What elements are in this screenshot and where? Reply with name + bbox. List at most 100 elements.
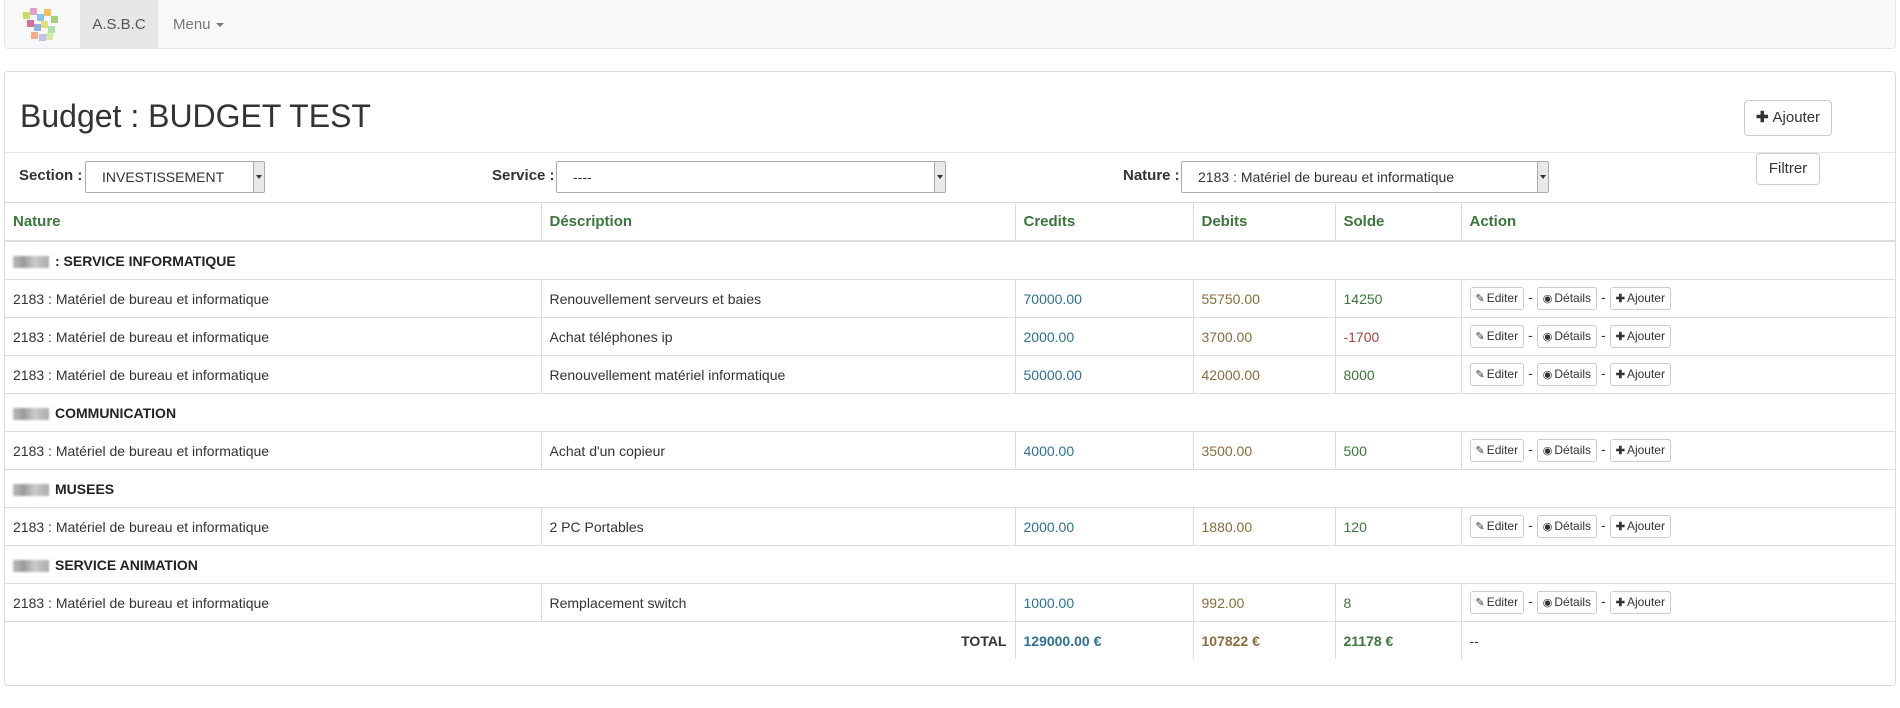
nav-brand-link[interactable]: A.S.B.C bbox=[80, 0, 158, 49]
cell-actions: ✎ Editer - ◉ Détails - ✚ Ajouter bbox=[1460, 355, 1895, 394]
total-action: -- bbox=[1460, 621, 1895, 659]
edit-button[interactable]: ✎ Editer bbox=[1469, 591, 1525, 614]
details-button[interactable]: ◉ Détails bbox=[1536, 439, 1598, 462]
details-label: Détails bbox=[1554, 595, 1592, 609]
cell-nature: 2183 : Matériel de bureau et informatiqu… bbox=[5, 431, 541, 470]
add-label: Ajouter bbox=[1626, 367, 1665, 381]
col-header-description[interactable]: Déscription bbox=[540, 203, 1015, 242]
cell-description: 2 PC Portables bbox=[540, 507, 1015, 546]
action-separator: - bbox=[1528, 289, 1533, 305]
cell-description: Renouvellement serveurs et baies bbox=[540, 279, 1015, 318]
group-name: SERVICE ANIMATION bbox=[55, 556, 198, 573]
filter-button[interactable]: Filtrer bbox=[1756, 153, 1820, 185]
col-header-debits[interactable]: Debits bbox=[1192, 203, 1335, 242]
add-label: Ajouter bbox=[1626, 595, 1665, 609]
pencil-icon: ✎ bbox=[1475, 369, 1485, 381]
section-select[interactable]: INVESTISSEMENT bbox=[85, 161, 265, 193]
group-cell: : SERVICE INFORMATIQUE bbox=[5, 240, 1895, 280]
budget-table: Nature Déscription Credits Debits Solde … bbox=[5, 203, 1895, 659]
service-select[interactable]: ---- bbox=[556, 161, 946, 193]
details-label: Détails bbox=[1554, 443, 1592, 457]
plus-icon: ✚ bbox=[1615, 521, 1625, 533]
eye-icon: ◉ bbox=[1542, 331, 1553, 343]
table-body: : SERVICE INFORMATIQUE 2183 : Matériel de… bbox=[5, 240, 1895, 659]
select-arrow-icon bbox=[1537, 162, 1548, 192]
details-button[interactable]: ◉ Détails bbox=[1536, 591, 1598, 614]
nav-menu-dropdown[interactable]: Menu bbox=[173, 0, 224, 49]
edit-label: Editer bbox=[1486, 519, 1519, 533]
edit-button[interactable]: ✎ Editer bbox=[1469, 515, 1525, 538]
plus-icon: ✚ bbox=[1615, 293, 1625, 305]
plus-icon: ✚ bbox=[1615, 597, 1625, 609]
cell-credits: 4000.00 bbox=[1014, 431, 1193, 470]
brand-logo[interactable] bbox=[19, 4, 63, 46]
action-separator: - bbox=[1528, 517, 1533, 533]
add-button[interactable]: ✚ Ajouter bbox=[1609, 325, 1671, 348]
eye-icon: ◉ bbox=[1542, 521, 1553, 533]
edit-button[interactable]: ✎ Editer bbox=[1469, 325, 1525, 348]
section-select-value: INVESTISSEMENT bbox=[102, 169, 225, 185]
table-row: 2183 : Matériel de bureau et informatiqu… bbox=[5, 279, 1895, 318]
select-arrow-icon bbox=[253, 162, 264, 192]
edit-button[interactable]: ✎ Editer bbox=[1469, 439, 1525, 462]
edit-button[interactable]: ✎ Editer bbox=[1469, 287, 1525, 310]
table-row: 2183 : Matériel de bureau et informatiqu… bbox=[5, 317, 1895, 356]
cell-nature: 2183 : Matériel de bureau et informatiqu… bbox=[5, 507, 541, 546]
col-header-solde[interactable]: Solde bbox=[1334, 203, 1461, 242]
add-button[interactable]: ✚ Ajouter bbox=[1609, 439, 1671, 462]
budget-panel: Budget : BUDGET TEST ✚ Ajouter Section : … bbox=[4, 71, 1896, 686]
total-row: TOTAL 129000.00 €107822 €21178 € -- bbox=[5, 621, 1895, 659]
edit-label: Editer bbox=[1486, 443, 1519, 457]
col-header-credits[interactable]: Credits bbox=[1014, 203, 1193, 242]
table-row: 2183 : Matériel de bureau et informatiqu… bbox=[5, 431, 1895, 470]
edit-button[interactable]: ✎ Editer bbox=[1469, 363, 1525, 386]
cell-nature: 2183 : Matériel de bureau et informatiqu… bbox=[5, 279, 541, 318]
nature-select-value: 2183 : Matériel de bureau et informatiqu… bbox=[1198, 169, 1455, 185]
add-button[interactable]: ✚ Ajouter bbox=[1609, 363, 1671, 386]
add-label: Ajouter bbox=[1626, 443, 1665, 457]
col-header-action: Action bbox=[1460, 203, 1895, 242]
group-row: COMMUNICATION bbox=[5, 393, 1895, 432]
action-separator: - bbox=[1528, 327, 1533, 343]
cell-debits: 1880.00 bbox=[1192, 507, 1335, 546]
action-separator: - bbox=[1601, 441, 1606, 457]
add-button-label: Ajouter bbox=[1772, 109, 1821, 126]
cell-nature: 2183 : Matériel de bureau et informatiqu… bbox=[5, 317, 541, 356]
group-cell: MUSEES bbox=[5, 469, 1895, 508]
group-name: COMMUNICATION bbox=[55, 404, 177, 421]
redacted-code bbox=[13, 483, 49, 496]
cell-solde: 8000 bbox=[1334, 355, 1461, 394]
add-button[interactable]: ✚ Ajouter bbox=[1609, 515, 1671, 538]
action-separator: - bbox=[1601, 289, 1606, 305]
pencil-icon: ✎ bbox=[1475, 331, 1485, 343]
col-header-nature[interactable]: Nature bbox=[5, 203, 541, 242]
details-button[interactable]: ◉ Détails bbox=[1536, 287, 1598, 310]
group-row: : SERVICE INFORMATIQUE bbox=[5, 240, 1895, 280]
cell-description: Renouvellement matériel informatique bbox=[540, 355, 1015, 394]
cell-debits: 3700.00 bbox=[1192, 317, 1335, 356]
details-button[interactable]: ◉ Détails bbox=[1536, 325, 1598, 348]
details-label: Détails bbox=[1554, 329, 1592, 343]
cell-actions: ✎ Editer - ◉ Détails - ✚ Ajouter bbox=[1460, 583, 1895, 622]
table-row: 2183 : Matériel de bureau et informatiqu… bbox=[5, 507, 1895, 546]
top-navbar: A.S.B.C Menu bbox=[4, 0, 1896, 49]
edit-label: Editer bbox=[1486, 595, 1519, 609]
cell-credits: 70000.00 bbox=[1014, 279, 1193, 318]
section-label: Section : bbox=[19, 167, 83, 184]
add-button[interactable]: ✚ Ajouter bbox=[1609, 591, 1671, 614]
details-button[interactable]: ◉ Détails bbox=[1536, 515, 1598, 538]
add-label: Ajouter bbox=[1626, 519, 1665, 533]
cell-actions: ✎ Editer - ◉ Détails - ✚ Ajouter bbox=[1460, 507, 1895, 546]
add-label: Ajouter bbox=[1626, 329, 1665, 343]
add-button[interactable]: ✚ Ajouter bbox=[1609, 287, 1671, 310]
add-budget-line-button[interactable]: ✚ Ajouter bbox=[1744, 100, 1832, 136]
nature-select[interactable]: 2183 : Matériel de bureau et informatiqu… bbox=[1181, 161, 1549, 193]
details-button[interactable]: ◉ Détails bbox=[1536, 363, 1598, 386]
pencil-icon: ✎ bbox=[1475, 521, 1485, 533]
group-row: MUSEES bbox=[5, 469, 1895, 508]
group-cell: COMMUNICATION bbox=[5, 393, 1895, 432]
cell-nature: 2183 : Matériel de bureau et informatiqu… bbox=[5, 355, 541, 394]
pencil-icon: ✎ bbox=[1475, 597, 1485, 609]
group-name: MUSEES bbox=[55, 480, 115, 497]
action-separator: - bbox=[1528, 441, 1533, 457]
